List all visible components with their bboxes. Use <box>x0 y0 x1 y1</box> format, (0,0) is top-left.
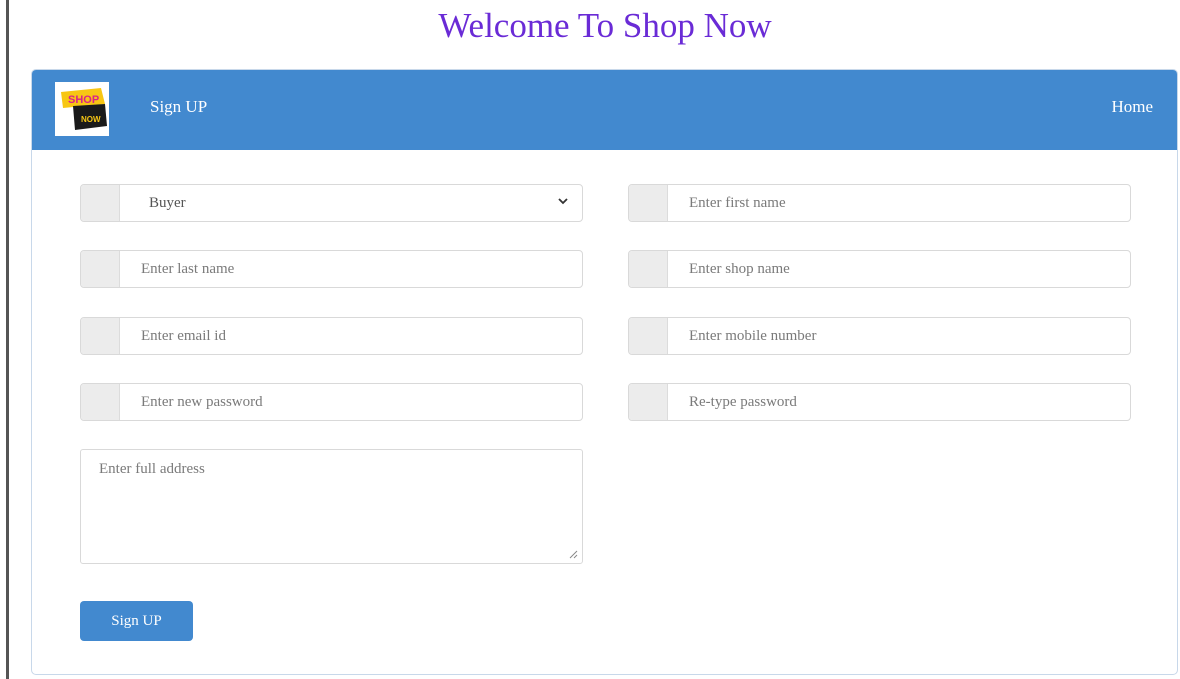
chevron-down-icon <box>558 198 568 205</box>
email-placeholder: Enter email id <box>141 328 226 344</box>
svg-text:NOW: NOW <box>81 115 101 124</box>
sign-up-button[interactable]: Sign UP <box>80 601 193 641</box>
first-name-field[interactable]: Enter first name <box>628 184 1131 222</box>
field-addon <box>81 318 120 354</box>
field-addon <box>629 384 668 420</box>
shop-name-placeholder: Enter shop name <box>689 261 790 277</box>
field-addon <box>629 318 668 354</box>
resize-grip-icon[interactable] <box>568 549 578 559</box>
last-name-placeholder: Enter last name <box>141 261 235 277</box>
new-password-placeholder: Enter new password <box>141 394 263 410</box>
navbar: SHOP NOW Sign UP Home <box>32 70 1177 150</box>
new-password-field[interactable]: Enter new password <box>80 383 583 421</box>
last-name-field[interactable]: Enter last name <box>80 250 583 288</box>
mobile-number-placeholder: Enter mobile number <box>689 328 817 344</box>
account-type-select[interactable]: Buyer <box>80 184 583 222</box>
shop-now-logo-graphic: SHOP NOW <box>55 82 109 136</box>
navbar-brand-label: Sign UP <box>150 97 208 116</box>
field-addon <box>81 384 120 420</box>
field-addon <box>81 251 120 287</box>
retype-password-field[interactable]: Re-type password <box>628 383 1131 421</box>
shop-name-field[interactable]: Enter shop name <box>628 250 1131 288</box>
signup-card: SHOP NOW Sign UP Home Buyer Enter first … <box>31 69 1178 675</box>
retype-password-placeholder: Re-type password <box>689 394 797 410</box>
field-addon <box>629 251 668 287</box>
email-field[interactable]: Enter email id <box>80 317 583 355</box>
mobile-number-field[interactable]: Enter mobile number <box>628 317 1131 355</box>
address-textarea[interactable]: Enter full address <box>80 449 583 564</box>
address-placeholder: Enter full address <box>99 461 205 477</box>
window-edge-divider <box>6 0 9 679</box>
page-title: Welcome To Shop Now <box>438 6 772 45</box>
svg-text:SHOP: SHOP <box>68 94 99 106</box>
field-addon <box>629 185 668 221</box>
field-addon <box>81 185 120 221</box>
first-name-placeholder: Enter first name <box>689 195 786 211</box>
account-type-value: Buyer <box>149 195 186 211</box>
home-link[interactable]: Home <box>1111 97 1153 117</box>
shop-now-logo[interactable]: SHOP NOW <box>55 82 109 136</box>
